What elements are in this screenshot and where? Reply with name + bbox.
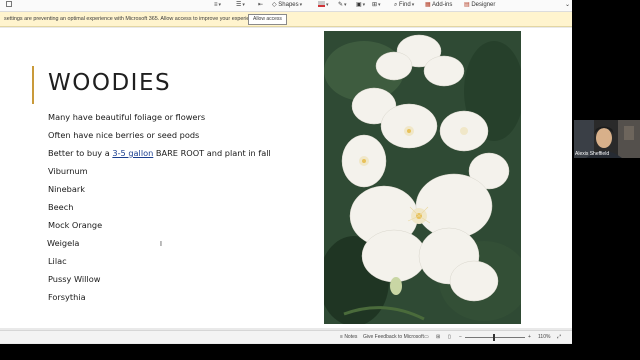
chevron-down-icon: ▾ <box>326 2 329 8</box>
arrange-button[interactable]: ▣▾ <box>356 1 365 10</box>
bullet-item-link[interactable]: 3-5 gallon <box>112 148 153 158</box>
bullet-item[interactable]: Pussy Willow <box>48 274 100 284</box>
bullet-item[interactable]: Beech <box>48 202 73 212</box>
shape-fill-button[interactable]: ▾ <box>318 1 329 10</box>
ribbon-left-controls[interactable] <box>6 1 12 10</box>
designer-icon: ▤ <box>464 2 470 8</box>
designer-button[interactable]: ▤ Designer <box>464 1 495 10</box>
feedback-button[interactable]: Give Feedback to Microsoft <box>363 334 424 340</box>
ribbon-expand-icon[interactable]: ⌄ <box>565 1 570 10</box>
arrange-icon: ▣ <box>356 2 362 8</box>
reading-view-icon[interactable]: ▯ <box>448 334 451 340</box>
notes-button[interactable]: ≡ Notes <box>340 334 357 340</box>
notes-label: Notes <box>344 334 358 340</box>
slide-sorter-icon[interactable]: ⊞ <box>436 334 440 340</box>
chevron-down-icon: ▾ <box>218 2 222 8</box>
shapes-icon: ◇ <box>272 2 277 8</box>
bullet-item[interactable]: Ninebark <box>48 184 85 194</box>
notes-icon: ≡ <box>340 334 343 340</box>
flower-photo[interactable] <box>324 31 521 324</box>
find-label: Find <box>399 2 411 8</box>
find-button[interactable]: ⌕ Find▾ <box>394 1 414 10</box>
message-bar: settings are preventing an optimal exper… <box>0 12 572 27</box>
layout-button[interactable]: ⊞▾ <box>372 1 381 10</box>
bullet-item[interactable]: Weigela <box>47 238 79 248</box>
bullet-item-text: BARE ROOT and plant in fall <box>153 148 271 158</box>
ribbon: ≡▾ ☰▾ ⇤ ◇ Shapes▾ ▾ ✎▾ ▣▾ ⊞▾ ⌕ Find▾ ▦ A… <box>0 0 572 12</box>
checkbox-icon <box>6 1 12 8</box>
bullet-item[interactable]: Mock Orange <box>48 220 102 230</box>
fit-slide-icon[interactable]: ⤢ <box>557 334 561 340</box>
bullet-item[interactable]: Many have beautiful foliage or flowers <box>48 112 205 122</box>
zoom-slider-handle[interactable] <box>493 334 495 341</box>
bullet-item-text: Better to buy a <box>48 148 113 158</box>
slide-title[interactable]: WOODIES <box>48 70 171 96</box>
chevron-down-icon: ▾ <box>411 2 415 8</box>
layout-icon: ⊞ <box>372 2 378 8</box>
search-icon: ⌕ <box>394 2 398 8</box>
zoom-in-icon[interactable]: + <box>528 334 531 340</box>
chevron-down-icon: ▾ <box>344 2 347 8</box>
zoom-out-icon[interactable]: − <box>459 334 462 340</box>
shape-fill-icon <box>318 1 325 8</box>
bullet-item[interactable]: Forsythia <box>48 292 86 302</box>
numbered-list-icon[interactable]: ☰▾ <box>236 1 245 10</box>
shapes-button[interactable]: ◇ Shapes▾ <box>272 1 302 10</box>
allow-access-button[interactable]: Allow access <box>248 14 287 25</box>
shape-outline-button[interactable]: ✎▾ <box>338 1 347 10</box>
powerpoint-window: ≡▾ ☰▾ ⇤ ◇ Shapes▾ ▾ ✎▾ ▣▾ ⊞▾ ⌕ Find▾ ▦ A… <box>0 0 572 344</box>
bullet-item[interactable]: Viburnum <box>48 166 88 176</box>
indent-icon[interactable]: ⇤ <box>258 1 263 10</box>
status-bar: ≡ Notes Give Feedback to Microsoft ▭ ⊞ ▯… <box>0 330 572 343</box>
zoom-level[interactable]: 110% <box>538 334 550 340</box>
message-bar-text: settings are preventing an optimal exper… <box>4 16 260 22</box>
designer-label: Designer <box>471 2 496 8</box>
slide-canvas[interactable]: WOODIES Many have beautiful foliage or f… <box>0 28 572 328</box>
text-cursor-icon: I <box>160 241 162 248</box>
zoom-slider[interactable] <box>465 337 525 338</box>
pencil-icon: ✎ <box>338 2 344 8</box>
addins-label: Add-ins <box>432 2 453 8</box>
addins-button[interactable]: ▦ Add-ins <box>425 1 452 10</box>
participant-name: Alexis Sheffield <box>575 151 610 157</box>
chevron-down-icon: ▾ <box>378 2 381 8</box>
chevron-down-icon: ▾ <box>362 2 366 8</box>
chevron-down-icon: ▾ <box>242 2 245 8</box>
shapes-label: Shapes <box>278 2 299 8</box>
bullet-item[interactable]: Better to buy a 3-5 gallon BARE ROOT and… <box>48 148 271 158</box>
addins-icon: ▦ <box>425 2 431 8</box>
chevron-down-icon: ▾ <box>299 2 303 8</box>
bullet-item[interactable]: Often have nice berries or seed pods <box>48 130 199 140</box>
bullet-list-icon[interactable]: ≡▾ <box>214 1 221 10</box>
bullet-item[interactable]: Lilac <box>48 256 67 266</box>
title-accent-bar <box>32 66 34 104</box>
normal-view-icon[interactable]: ▭ <box>424 334 429 340</box>
